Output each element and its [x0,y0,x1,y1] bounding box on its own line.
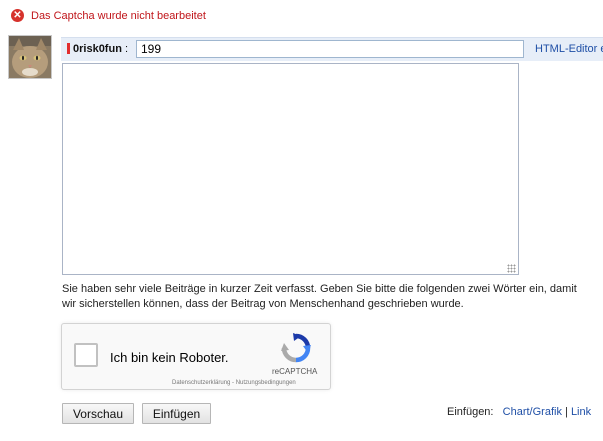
recaptcha-widget: Ich bin kein Roboter. reCAPTCHA Datensch… [61,323,331,390]
insert-button[interactable]: Einfügen [142,403,211,424]
recaptcha-checkbox[interactable] [74,343,98,367]
author-bar: 0risk0fun : HTML-Editor ei [61,37,603,61]
insert-label: Einfügen: [447,406,494,418]
title-input[interactable] [136,40,524,58]
error-text: Das Captcha wurde nicht bearbeitet [31,9,206,22]
insert-toolbar: Einfügen: Chart/Grafik | Link [447,406,591,418]
message-textarea[interactable] [62,63,519,275]
insert-separator: | [565,406,568,418]
avatar [8,35,52,79]
insert-link-link[interactable]: Link [571,406,591,418]
recaptcha-brand: reCAPTCHA [272,367,318,376]
spam-notice: Sie haben sehr viele Beiträge in kurzer … [62,283,577,310]
author-colon: : [124,43,129,55]
author-label: 0risk0fun : [73,43,128,55]
html-editor-link[interactable]: HTML-Editor ei [535,43,603,55]
recaptcha-links[interactable]: Datenschutzerklärung - Nutzungsbedingung… [172,380,296,386]
error-message: ✕ Das Captcha wurde nicht bearbeitet [11,9,206,22]
cat-avatar-image [9,36,51,78]
recaptcha-logo-icon [281,333,311,363]
insert-chart-link[interactable]: Chart/Grafik [503,406,562,418]
author-marker [67,43,70,54]
preview-button[interactable]: Vorschau [62,403,134,424]
resize-grip-icon[interactable] [507,264,516,273]
author-name: 0risk0fun [73,43,122,55]
recaptcha-label: Ich bin kein Roboter. [110,350,229,365]
error-x-icon: ✕ [11,9,24,22]
